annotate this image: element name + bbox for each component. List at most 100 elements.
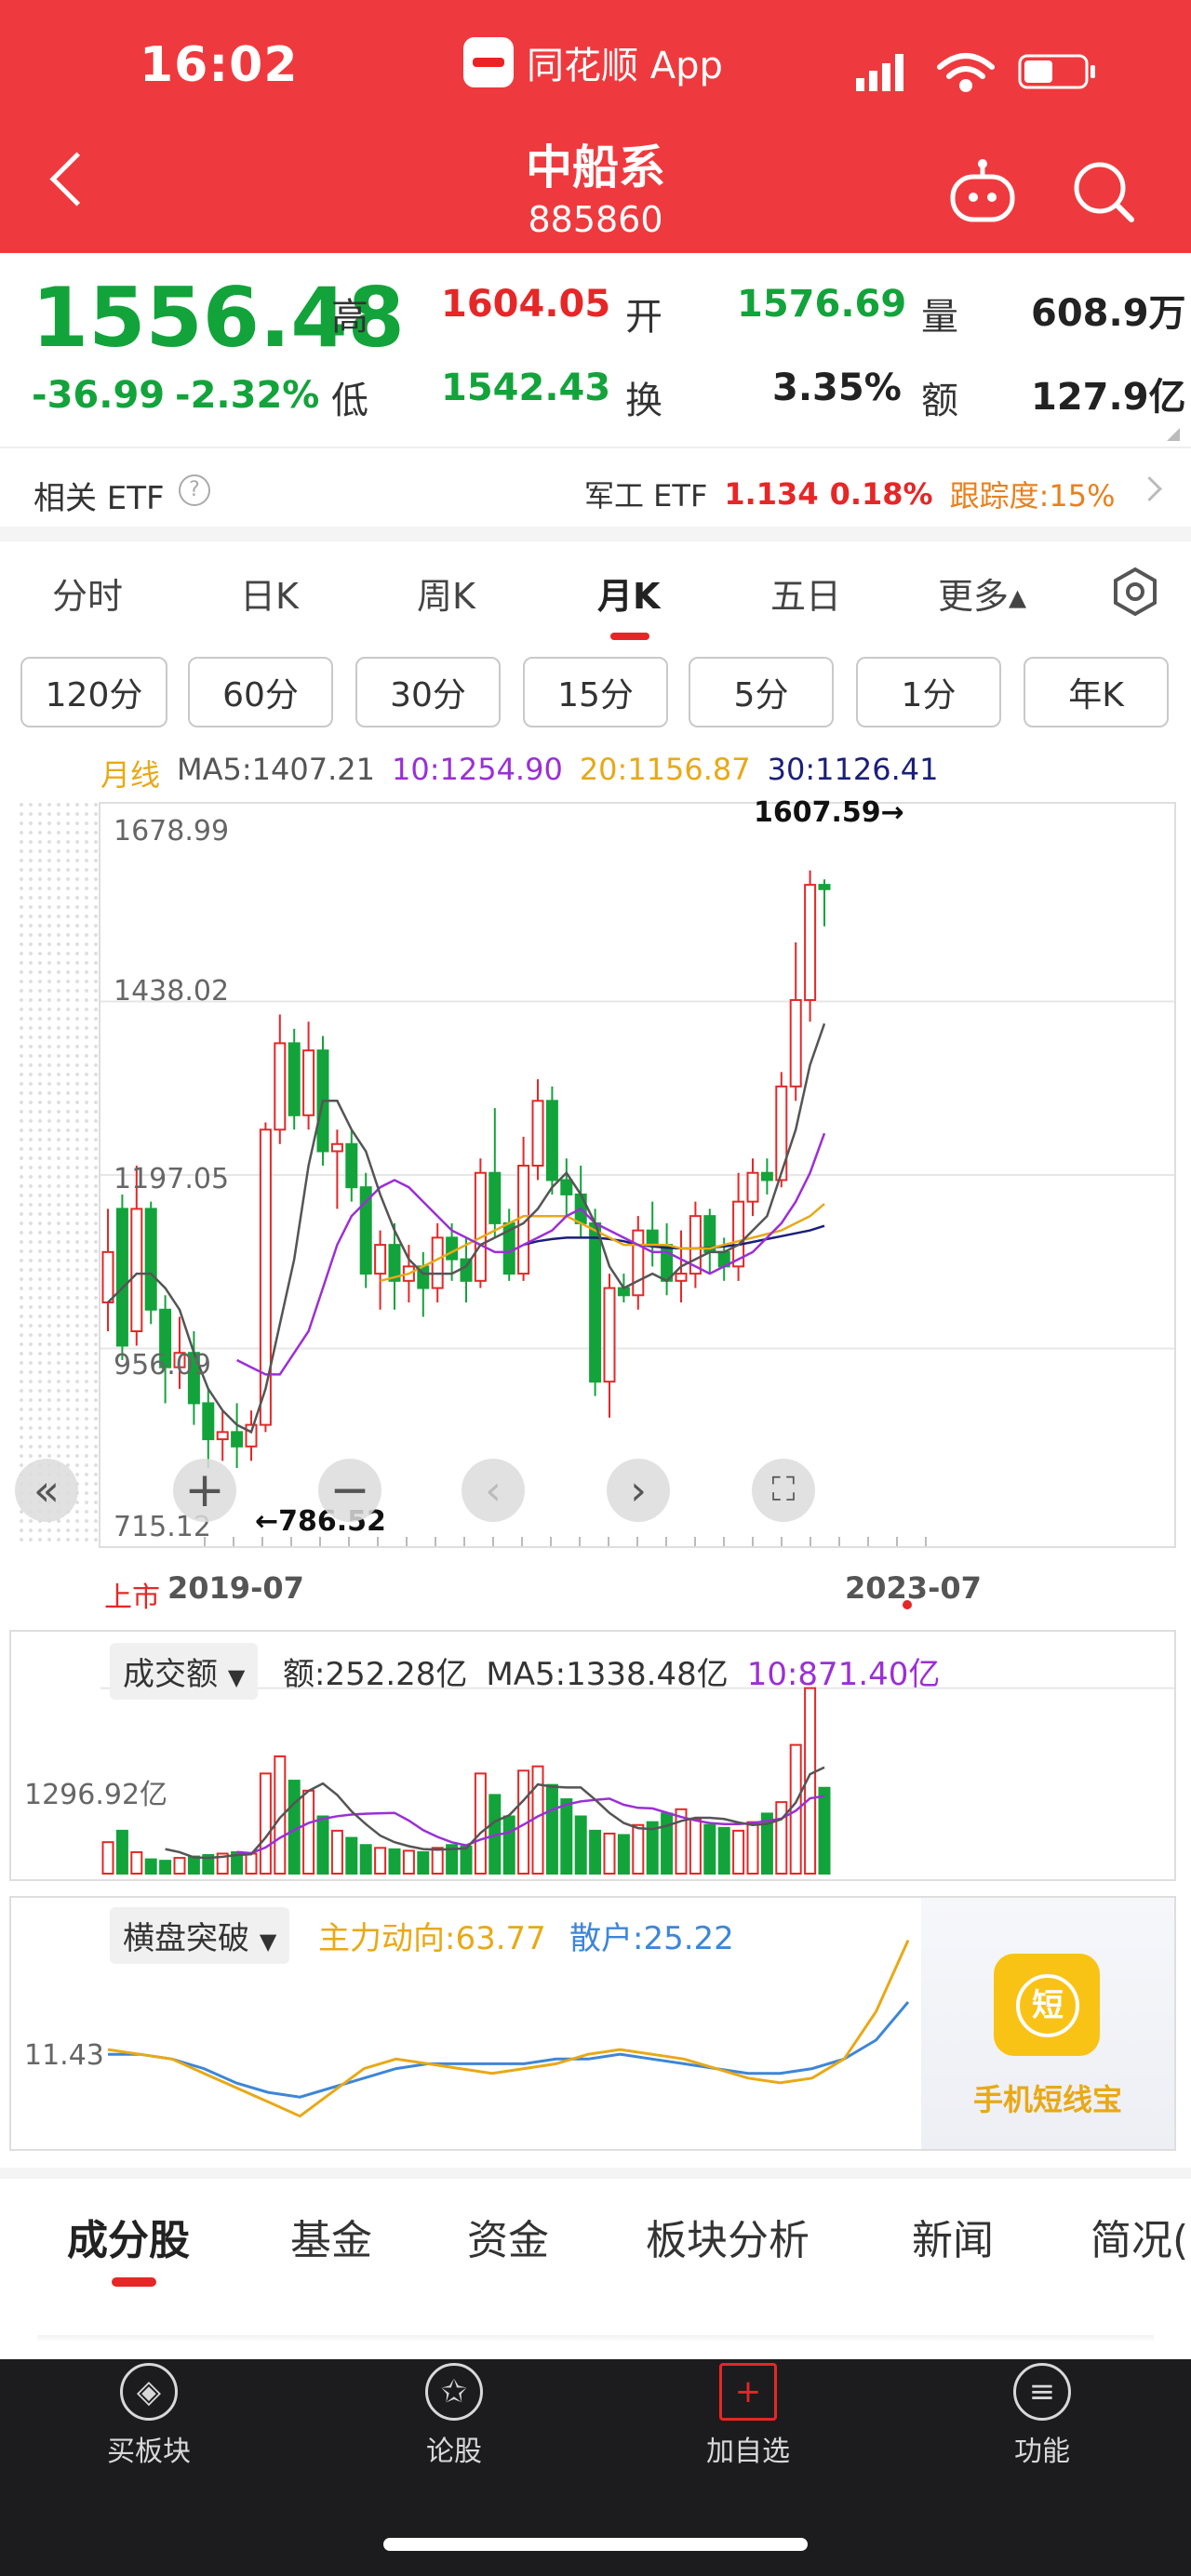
kline-chart[interactable]: [100, 804, 1174, 1546]
nav-functions[interactable]: ≡ 功能: [949, 2363, 1135, 2469]
ma30-value: 30:1126.41: [767, 752, 939, 787]
ma-legend: 月线 MA5:1407.21 10:1254.90 20:1156.87 30:…: [100, 752, 938, 794]
candle-body: [646, 1229, 659, 1247]
period-30min-button[interactable]: 30分: [355, 657, 501, 727]
price-change: -36.99: [32, 374, 166, 417]
volume-bar: [474, 1772, 487, 1875]
promo-card[interactable]: 短 手机短线宝: [921, 1898, 1174, 2149]
candle-body: [245, 1423, 258, 1448]
help-icon[interactable]: ?: [179, 474, 210, 506]
scroll-left-icon[interactable]: «: [15, 1459, 78, 1522]
period-yearly-k-button[interactable]: 年K: [1024, 657, 1169, 727]
period-60min-button[interactable]: 60分: [188, 657, 333, 727]
home-indicator[interactable]: [383, 2538, 808, 2551]
x-label-end: 2023-07: [845, 1570, 982, 1606]
candle-body: [288, 1042, 301, 1116]
etf-row[interactable]: 军工 ETF 1.134 0.18% 跟踪度:15%: [584, 473, 1116, 515]
pan-right-icon[interactable]: ›: [607, 1459, 670, 1522]
period-120min-button[interactable]: 120分: [20, 657, 167, 727]
ma10-value: 10:1254.90: [391, 752, 563, 787]
candle-body: [818, 884, 831, 890]
tab-five-day[interactable]: 五日: [770, 567, 841, 619]
zoom-out-icon[interactable]: −: [318, 1459, 381, 1522]
volume-bar: [560, 1798, 573, 1875]
candle-body: [101, 1250, 114, 1304]
settings-icon[interactable]: [1109, 566, 1161, 618]
volume-bar: [159, 1860, 172, 1875]
x-label-start: 2019-07: [167, 1570, 304, 1606]
etf-price: 1.134: [724, 476, 819, 512]
expand-corner-icon[interactable]: [1167, 428, 1180, 441]
dropdown-icon: ▼: [259, 1929, 277, 1955]
header: 16:02 同花顺 App 中船系 885860: [0, 0, 1191, 253]
candle-body: [130, 1208, 143, 1332]
nav-label: 功能: [1014, 2436, 1070, 2468]
fullscreen-icon[interactable]: ⛶: [752, 1459, 815, 1522]
pan-left-icon[interactable]: ‹: [462, 1459, 525, 1522]
candle-body: [675, 1273, 688, 1282]
period-1min-button[interactable]: 1分: [856, 657, 1001, 727]
tab-sector-analysis[interactable]: 板块分析: [646, 2207, 810, 2266]
listing-tag: 上市: [104, 1582, 160, 1614]
robot-icon[interactable]: [947, 158, 1018, 223]
zoom-in-icon[interactable]: +: [173, 1459, 236, 1522]
volume-ma10: 10:871.40亿: [746, 1656, 941, 1693]
volume-bar: [789, 1743, 802, 1875]
period-15min-button[interactable]: 15分: [523, 657, 668, 727]
volume-bar: [717, 1826, 730, 1875]
ma5-line: [107, 1022, 826, 1435]
candle-body: [545, 1100, 558, 1181]
section-gap: [0, 527, 1191, 541]
candle-body: [431, 1236, 444, 1289]
candle-body: [804, 884, 817, 1001]
volume-bar: [359, 1844, 372, 1875]
volume-indicator-select[interactable]: 成交额 ▼: [110, 1643, 259, 1700]
candle-body: [259, 1128, 272, 1426]
tab-intraday[interactable]: 分时: [52, 567, 123, 619]
flow-indicator-select[interactable]: 横盘突破 ▼: [110, 1907, 290, 1964]
period-5min-button[interactable]: 5分: [689, 657, 834, 727]
candle-body: [661, 1244, 674, 1282]
tab-capital[interactable]: 资金: [467, 2207, 549, 2266]
chevron-right-icon[interactable]: [1137, 476, 1162, 501]
app-logo-icon: [463, 37, 514, 87]
nav-buy-sector[interactable]: ◈ 买板块: [56, 2363, 242, 2469]
volume-bar: [502, 1815, 515, 1875]
bottom-tab-indicator: [112, 2277, 156, 2287]
volume-bar: [259, 1772, 272, 1875]
ma20-value: 20:1156.87: [579, 752, 751, 787]
tab-monthly-k[interactable]: 月K: [597, 567, 660, 619]
open-label: 开: [625, 296, 662, 339]
open-value: 1576.69: [737, 283, 907, 326]
volume-bar: [603, 1832, 616, 1875]
volume-bar: [775, 1801, 788, 1875]
tab-funds[interactable]: 基金: [290, 2207, 372, 2266]
candle-body: [330, 1142, 343, 1153]
tab-daily-k[interactable]: 日K: [240, 567, 299, 619]
nav-discuss[interactable]: ✩ 论股: [361, 2363, 547, 2469]
plus-icon: +: [719, 2363, 777, 2421]
tab-news[interactable]: 新闻: [912, 2207, 994, 2266]
volume-ma5: MA5:1338.48亿: [486, 1656, 729, 1693]
volume-bar: [703, 1823, 716, 1875]
search-icon[interactable]: [1070, 158, 1135, 223]
high-value: 1604.05: [441, 283, 611, 326]
tab-constituents[interactable]: 成分股: [67, 2207, 190, 2266]
tab-weekly-k[interactable]: 周K: [417, 567, 475, 619]
candle-body: [760, 1171, 773, 1181]
star-badge-icon: ✩: [425, 2363, 483, 2421]
nav-label: 买板块: [107, 2436, 191, 2468]
candle-body: [603, 1287, 616, 1383]
candle-body: [474, 1171, 487, 1282]
volume-bar: [187, 1855, 200, 1875]
dropdown-icon: ▼: [227, 1664, 246, 1690]
etf-name: 军工 ETF: [584, 478, 708, 514]
nav-add-watchlist[interactable]: + 加自选: [655, 2363, 841, 2469]
candle-body: [374, 1244, 387, 1275]
section-gap: [0, 2168, 1191, 2179]
volume-bar: [115, 1829, 128, 1875]
volume-bar: [632, 1823, 645, 1875]
tab-profile[interactable]: 简况(: [1091, 2207, 1191, 2266]
source-app-link[interactable]: 同花顺 App: [463, 35, 723, 89]
tab-more[interactable]: 更多▴: [938, 567, 1026, 619]
